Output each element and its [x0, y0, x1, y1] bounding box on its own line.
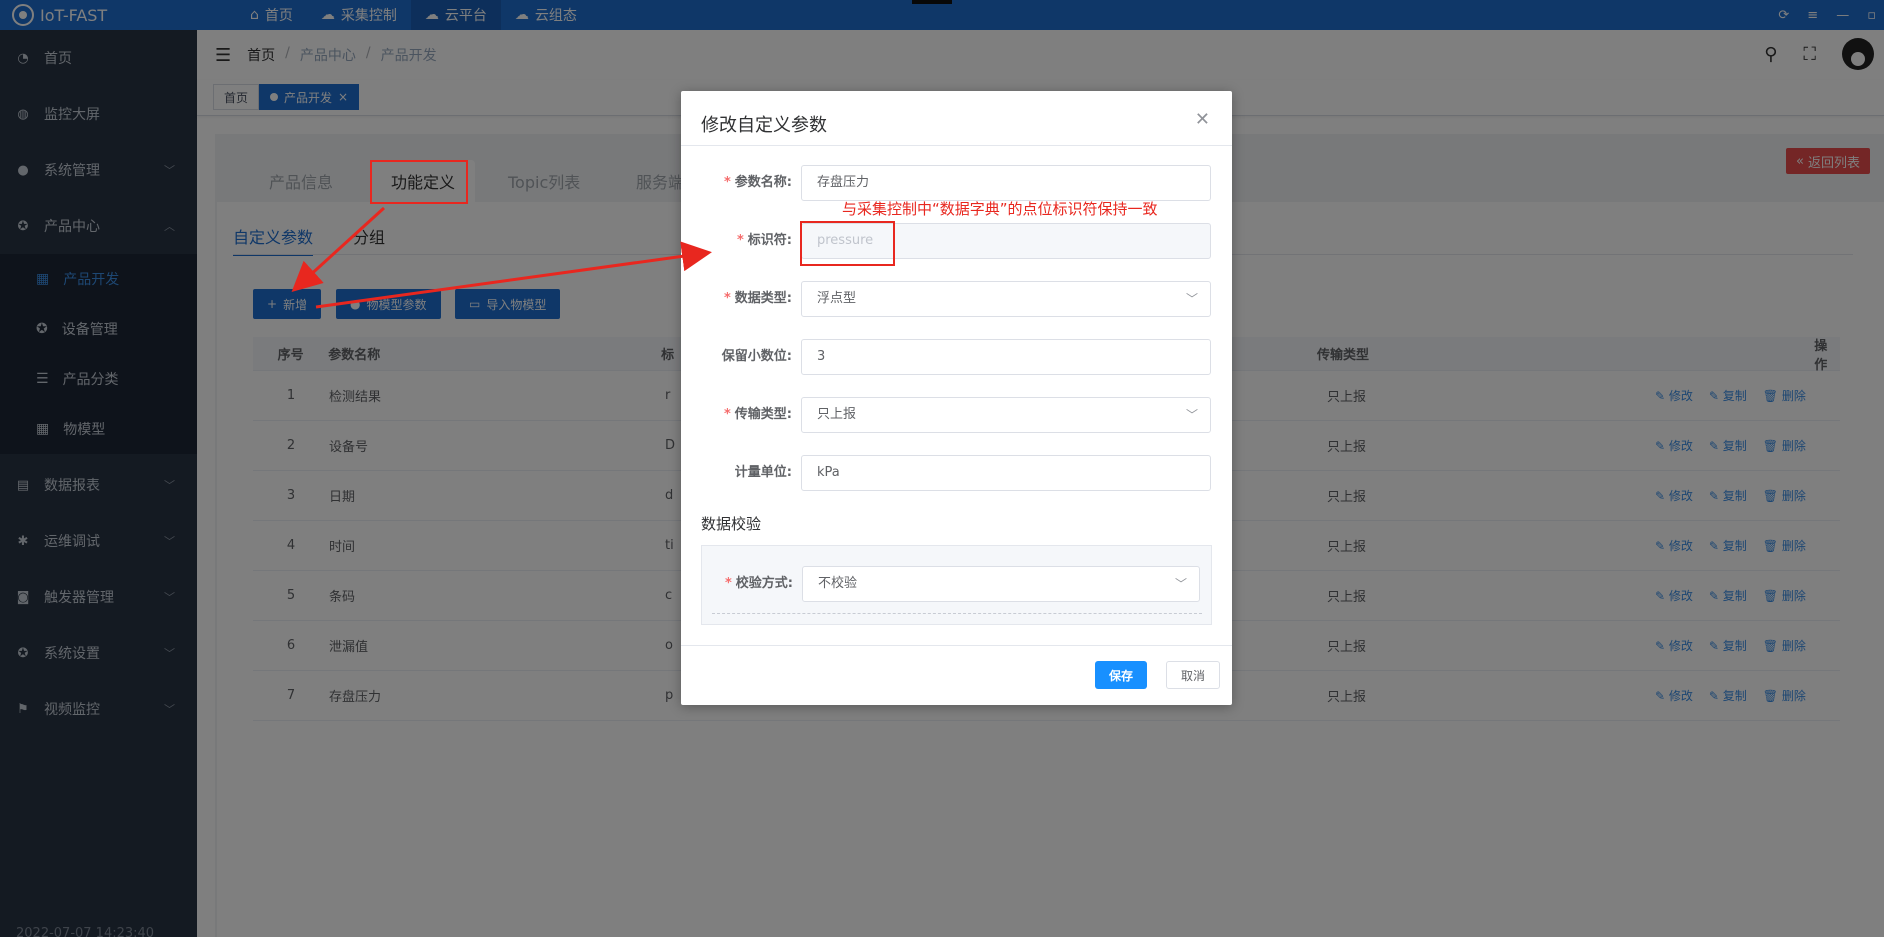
field-decimals: 保留小数位: 3	[681, 339, 1232, 375]
verify-section-title: 数据校验	[701, 515, 762, 533]
dialog-footer-divider	[681, 645, 1232, 646]
field-label: * 标识符:	[736, 233, 792, 248]
transfer-type-select[interactable]: 只上报 ﹀	[801, 397, 1211, 433]
field-label: * 校验方式:	[724, 576, 793, 591]
chevron-down-icon: ﹀	[1174, 577, 1187, 591]
field-transfer-type: * 传输类型: 只上报 ﹀	[681, 397, 1232, 433]
unit-input[interactable]: kPa	[801, 455, 1211, 491]
field-data-type: * 数据类型: 浮点型 ﹀	[681, 281, 1232, 317]
dialog-divider	[681, 145, 1232, 146]
field-label: 计量单位:	[734, 465, 792, 480]
close-icon[interactable]: ✕	[1195, 109, 1210, 130]
required-mark: *	[723, 175, 731, 190]
annotation-box-identifier	[800, 221, 895, 266]
verify-box: * 校验方式: 不校验 ﹀	[701, 545, 1212, 625]
field-label: * 数据类型:	[723, 291, 792, 306]
field-label: * 参数名称:	[723, 175, 792, 190]
required-mark: *	[736, 233, 744, 248]
field-unit: 计量单位: kPa	[681, 455, 1232, 491]
field-label: 保留小数位:	[721, 349, 792, 364]
required-mark: *	[724, 576, 732, 591]
field-label: * 传输类型:	[723, 407, 792, 422]
edit-param-dialog: 修改自定义参数 ✕ * 参数名称: 存盘压力 * 标识符: pressure * 数据…	[681, 91, 1232, 705]
field-identifier: * 标识符: pressure	[681, 223, 1232, 259]
verify-method-select[interactable]: 不校验 ﹀	[802, 566, 1200, 602]
dashed-divider	[712, 613, 1202, 614]
required-mark: *	[723, 291, 731, 306]
data-type-select[interactable]: 浮点型 ﹀	[801, 281, 1211, 317]
chevron-down-icon: ﹀	[1185, 408, 1198, 422]
param-name-input[interactable]: 存盘压力	[801, 165, 1211, 201]
required-mark: *	[723, 407, 731, 422]
annotation-text: 与采集控制中“数据字典”的点位标识符保持一致	[842, 200, 1158, 218]
decimals-input[interactable]: 3	[801, 339, 1211, 375]
save-button[interactable]: 保存	[1095, 661, 1148, 689]
dialog-title: 修改自定义参数	[701, 115, 827, 136]
field-verify-method: * 校验方式: 不校验 ﹀	[682, 566, 1233, 602]
chevron-down-icon: ﹀	[1185, 292, 1198, 306]
cancel-button[interactable]: 取消	[1166, 661, 1221, 689]
annotation-box-function-tab	[370, 160, 468, 204]
field-param-name: * 参数名称: 存盘压力	[681, 165, 1232, 201]
